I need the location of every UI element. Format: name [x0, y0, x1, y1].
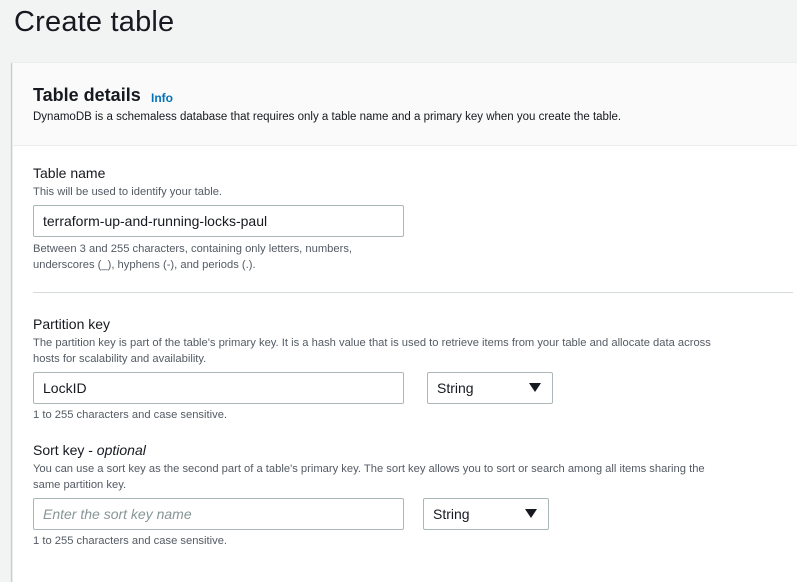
partition-key-hint: 1 to 255 characters and case sensitive. [33, 409, 228, 421]
table-name-input[interactable] [33, 205, 404, 237]
table-details-panel: Table details Info DynamoDB is a schemal… [12, 62, 797, 582]
caret-down-icon [529, 383, 541, 392]
caret-down-icon [525, 509, 537, 518]
partition-key-input[interactable] [33, 372, 404, 404]
sort-key-label-text: Sort key - [33, 442, 97, 458]
partition-key-description-line1: The partition key is part of the table's… [33, 337, 711, 349]
table-name-hint-line2: underscores (_), hyphens (-), and period… [33, 259, 256, 271]
sort-key-description-line2: same partition key. [33, 479, 127, 491]
partition-key-description-line2: hosts for scalability and availability. [33, 353, 207, 365]
sort-key-optional-label: optional [96, 442, 146, 458]
panel-header: Table details Info DynamoDB is a schemal… [13, 63, 797, 146]
divider [33, 292, 793, 293]
partition-key-type-value: String [437, 380, 474, 396]
panel-description: DynamoDB is a schemaless database that r… [33, 111, 622, 123]
panel-title: Table details [33, 85, 141, 105]
info-link[interactable]: Info [151, 91, 173, 105]
table-name-description: This will be used to identify your table… [33, 186, 223, 198]
table-name-label: Table name [33, 165, 106, 181]
table-name-hint-line1: Between 3 and 255 characters, containing… [33, 243, 353, 255]
sort-key-type-value: String [433, 506, 470, 522]
sort-key-type-select[interactable]: String [423, 498, 549, 530]
sort-key-label: Sort key - optional [33, 442, 146, 458]
page-title: Create table [14, 6, 175, 38]
sort-key-description-line1: You can use a sort key as the second par… [33, 463, 705, 475]
sort-key-hint: 1 to 255 characters and case sensitive. [33, 535, 228, 547]
sort-key-input[interactable] [33, 498, 404, 530]
partition-key-type-select[interactable]: String [427, 372, 553, 404]
partition-key-label: Partition key [33, 316, 111, 332]
